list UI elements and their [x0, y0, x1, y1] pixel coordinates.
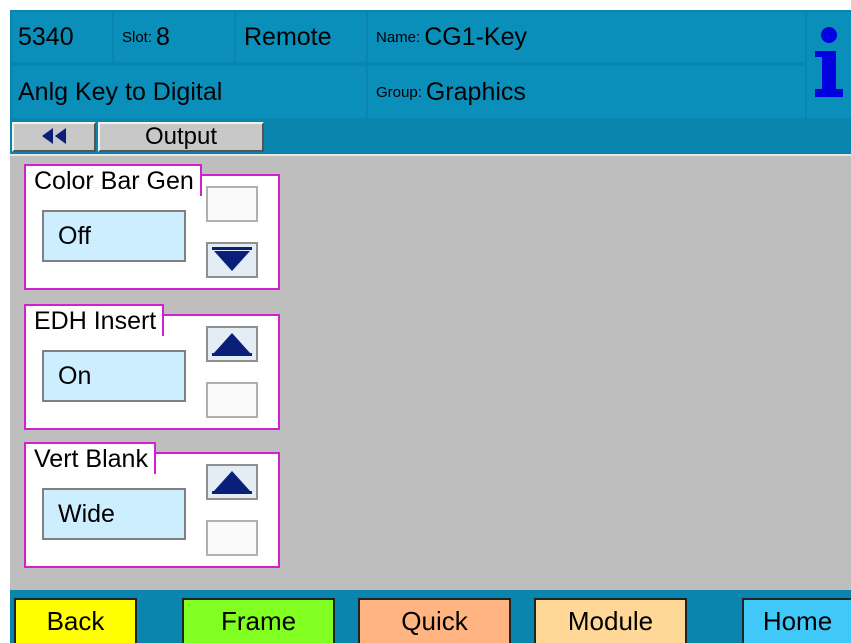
- mode-text: Remote: [244, 22, 332, 51]
- description-text: Anlg Key to Digital: [18, 77, 223, 106]
- model-number: 5340: [18, 22, 74, 51]
- control-label: EDH Insert: [24, 304, 165, 336]
- back-button[interactable]: Back: [14, 598, 137, 643]
- slot-indicator: Slot: 8: [114, 12, 234, 62]
- group-value: Graphics: [425, 77, 526, 106]
- up-arrow-button[interactable]: [206, 326, 258, 362]
- tab-output-label: Output: [144, 123, 218, 150]
- page-nav-bar: Output: [10, 120, 851, 154]
- control-value[interactable]: Off: [42, 210, 186, 262]
- status-header: 5340 Slot: 8 Remote Name: CG1-Key Anlg K…: [10, 10, 851, 120]
- module-description: Anlg Key to Digital: [12, 66, 366, 118]
- up-arrow-icon: [214, 471, 250, 491]
- control-label: Color Bar Gen: [24, 164, 202, 196]
- group-label: Group:: [376, 83, 422, 101]
- control-value[interactable]: Wide: [42, 488, 186, 540]
- up-button-empty: [206, 186, 258, 222]
- down-button-empty: [206, 382, 258, 418]
- down-button-empty: [206, 520, 258, 556]
- down-arrow-icon: [214, 251, 250, 271]
- up-arrow-icon: [214, 333, 250, 353]
- module-name: Name: CG1-Key: [368, 12, 805, 62]
- control-mode: Remote: [236, 12, 366, 62]
- device-screen: 5340 Slot: 8 Remote Name: CG1-Key Anlg K…: [10, 10, 851, 643]
- page-back-button[interactable]: [12, 122, 96, 152]
- double-left-arrow-icon: [41, 123, 67, 151]
- divider: [10, 154, 851, 156]
- control-label: Vert Blank: [24, 442, 156, 474]
- home-button[interactable]: Home: [742, 598, 851, 643]
- control-value[interactable]: On: [42, 350, 186, 402]
- quick-button[interactable]: Quick: [358, 598, 511, 643]
- module-model: 5340: [12, 12, 112, 62]
- module-group: Group: Graphics: [368, 66, 805, 118]
- down-arrow-button[interactable]: [206, 242, 258, 278]
- name-value: CG1-Key: [424, 22, 527, 51]
- module-button[interactable]: Module: [534, 598, 687, 643]
- control-color-bar-gen: Color Bar Gen Off: [24, 164, 280, 290]
- frame-button[interactable]: Frame: [182, 598, 335, 643]
- info-button[interactable]: [807, 12, 851, 118]
- slot-value: 8: [156, 22, 170, 51]
- control-edh-insert: EDH Insert On: [24, 304, 280, 430]
- info-icon: [815, 27, 843, 97]
- tab-output[interactable]: Output: [98, 122, 264, 152]
- name-label: Name:: [376, 28, 421, 46]
- bottom-nav-bar: Back Frame Quick Module Home: [10, 590, 851, 643]
- control-vert-blank: Vert Blank Wide: [24, 442, 280, 568]
- up-arrow-button[interactable]: [206, 464, 258, 500]
- slot-label: Slot:: [122, 28, 153, 46]
